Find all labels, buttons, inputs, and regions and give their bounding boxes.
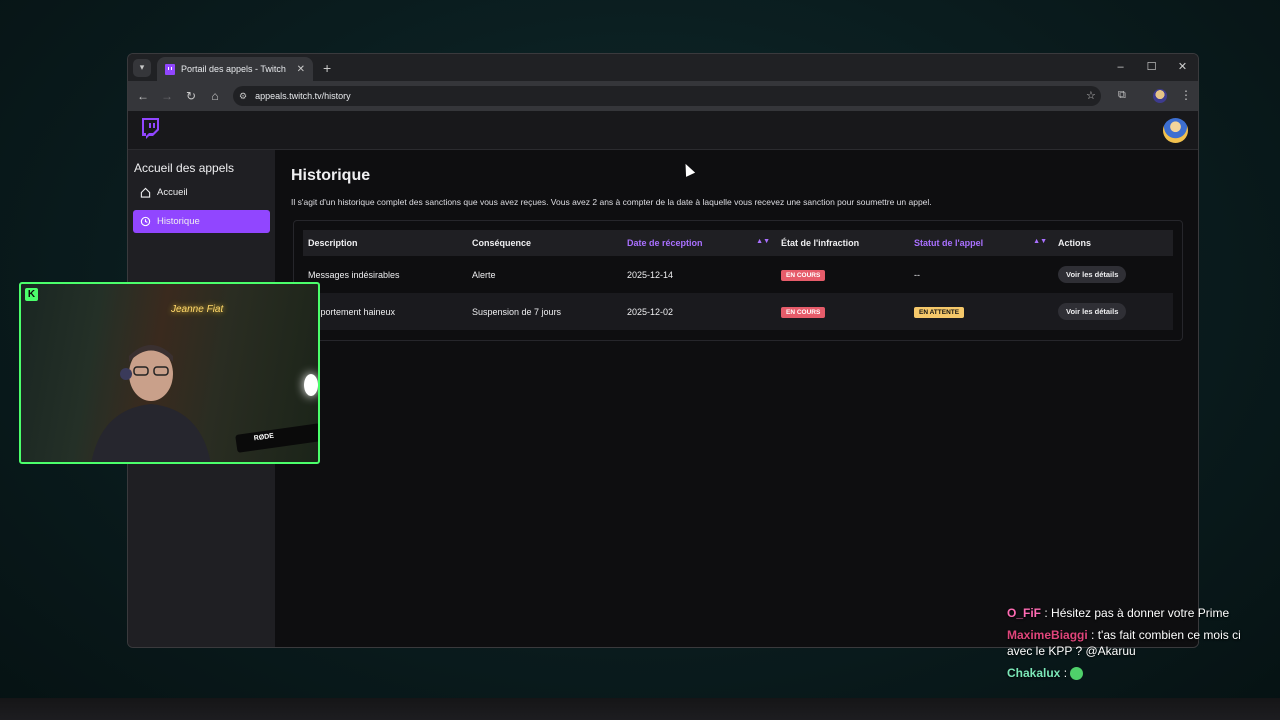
cell-date: 2025-12-14 (627, 269, 674, 280)
tab-search-button[interactable]: ▾ (133, 58, 151, 77)
forward-icon[interactable]: → (155, 89, 179, 103)
bookmark-star-icon[interactable]: ☆ (1086, 89, 1096, 102)
view-details-button[interactable]: Voir les détails (1058, 303, 1127, 320)
sort-icon[interactable]: ▲▼ (1033, 238, 1047, 245)
column-header-description: Description (303, 230, 467, 256)
column-header-appeal-status[interactable]: Statut de l'appel ▲▼ (909, 230, 1053, 256)
stream-bottom-strip (0, 698, 1280, 720)
sidebar-item-accueil[interactable]: Accueil (133, 181, 270, 204)
cell-infraction-status: EN COURS (776, 293, 909, 330)
back-icon[interactable]: ← (131, 89, 155, 103)
cell-consequence: Suspension de 7 jours (467, 293, 622, 330)
table-row: Messages indésirables Alerte 2025-12-14 … (303, 256, 1173, 293)
status-badge: EN ATTENTE (914, 306, 965, 318)
cell-infraction-status: EN COURS (776, 256, 909, 293)
column-header-date[interactable]: Date de réception ▲▼ (622, 230, 776, 256)
table-row: omportement haineux Suspension de 7 jour… (303, 293, 1173, 330)
lamp (304, 374, 318, 396)
chat-message: Chakalux : (1007, 665, 1247, 681)
column-header-consequence: Conséquence (467, 230, 622, 256)
url-field[interactable]: ⚙ appeals.twitch.tv/history (233, 86, 1101, 106)
maximize-icon[interactable]: ☐ (1136, 54, 1167, 81)
stream-chat: O_FiF : Hésitez pas à donner votre Prime… (1007, 605, 1247, 687)
page-title: Historique (291, 167, 371, 184)
cell-consequence: Alerte (472, 269, 496, 280)
chat-message: MaximeBiaggi : t'as fait combien ce mois… (1007, 628, 1241, 658)
cell-description: Messages indésirables (308, 269, 400, 280)
chat-text: Hésitez pas à donner votre Prime (1051, 606, 1230, 620)
extensions-icon[interactable]: ⧉ (1118, 89, 1126, 102)
chat-username: Chakalux (1007, 666, 1061, 680)
sidebar-item-historique[interactable]: Historique (133, 210, 270, 233)
tab-bar: ▾ Portail des appels - Twitch ✕ + – ☐ ✕ (128, 54, 1198, 81)
reload-icon[interactable]: ↻ (179, 89, 203, 103)
twitch-logo-icon[interactable] (140, 118, 160, 140)
column-header-actions: Actions (1053, 230, 1173, 256)
cell-date: 2025-12-02 (622, 293, 776, 330)
window-controls: – ☐ ✕ (1105, 54, 1198, 81)
streamer-silhouette (91, 345, 211, 462)
cell-appeal-status: -- (914, 269, 920, 280)
site-info-icon[interactable]: ⚙ (239, 91, 247, 102)
column-header-label: Statut de l'appel (914, 238, 984, 248)
browser-tab[interactable]: Portail des appels - Twitch ✕ (157, 57, 313, 81)
chat-username: MaximeBiaggi (1007, 628, 1088, 642)
view-details-button[interactable]: Voir les détails (1058, 266, 1127, 283)
close-window-icon[interactable]: ✕ (1167, 54, 1198, 81)
table-header-row: Description Conséquence Date de réceptio… (303, 230, 1173, 256)
address-bar: ← → ↻ ⌂ ⚙ appeals.twitch.tv/history ☆ ⧉ … (128, 81, 1198, 111)
kick-logo-icon: K (25, 288, 38, 301)
webcam-overlay: K Jeanne Fiat RØDE (19, 282, 320, 464)
cell-appeal-status: EN ATTENTE (909, 293, 1053, 330)
url-text: appeals.twitch.tv/history (255, 91, 351, 101)
site-header (128, 111, 1198, 150)
history-icon (140, 216, 151, 227)
home-icon (140, 187, 151, 198)
history-table: Description Conséquence Date de réceptio… (303, 230, 1173, 330)
twitch-favicon-icon (165, 63, 175, 75)
history-table-card: Description Conséquence Date de réceptio… (293, 220, 1183, 341)
cell-actions: Voir les détails (1053, 256, 1173, 293)
neon-sign: Jeanne Fiat (171, 304, 224, 315)
status-badge: EN COURS (781, 269, 826, 281)
sort-icon[interactable]: ▲▼ (756, 238, 770, 245)
user-avatar[interactable] (1163, 118, 1188, 143)
sidebar-title: Accueil des appels (134, 161, 235, 175)
sidebar-item-label: Accueil (157, 187, 188, 198)
cell-actions: Voir les détails (1053, 293, 1173, 330)
tab-close-icon[interactable]: ✕ (297, 64, 305, 75)
emote-icon (1070, 667, 1084, 681)
status-badge: EN COURS (781, 306, 826, 318)
chat-username: O_FiF (1007, 606, 1042, 620)
sidebar-item-label: Historique (157, 216, 200, 227)
page-description: Il s'agit d'un historique complet des sa… (291, 197, 932, 207)
new-tab-icon[interactable]: + (323, 60, 331, 76)
home-icon[interactable]: ⌂ (203, 89, 227, 103)
browser-profile-avatar[interactable] (1153, 89, 1167, 103)
column-header-label: Date de réception (627, 238, 703, 248)
tab-title: Portail des appels - Twitch (181, 64, 286, 74)
microphone: RØDE (235, 423, 318, 453)
browser-menu-icon[interactable]: ⋮ (1180, 88, 1192, 102)
cell-description: omportement haineux (303, 293, 467, 330)
chat-message: O_FiF : Hésitez pas à donner votre Prime (1007, 606, 1230, 620)
minimize-icon[interactable]: – (1105, 54, 1136, 81)
main-content: Historique Il s'agit d'un historique com… (275, 150, 1198, 647)
column-header-infraction-status: État de l'infraction (776, 230, 909, 256)
